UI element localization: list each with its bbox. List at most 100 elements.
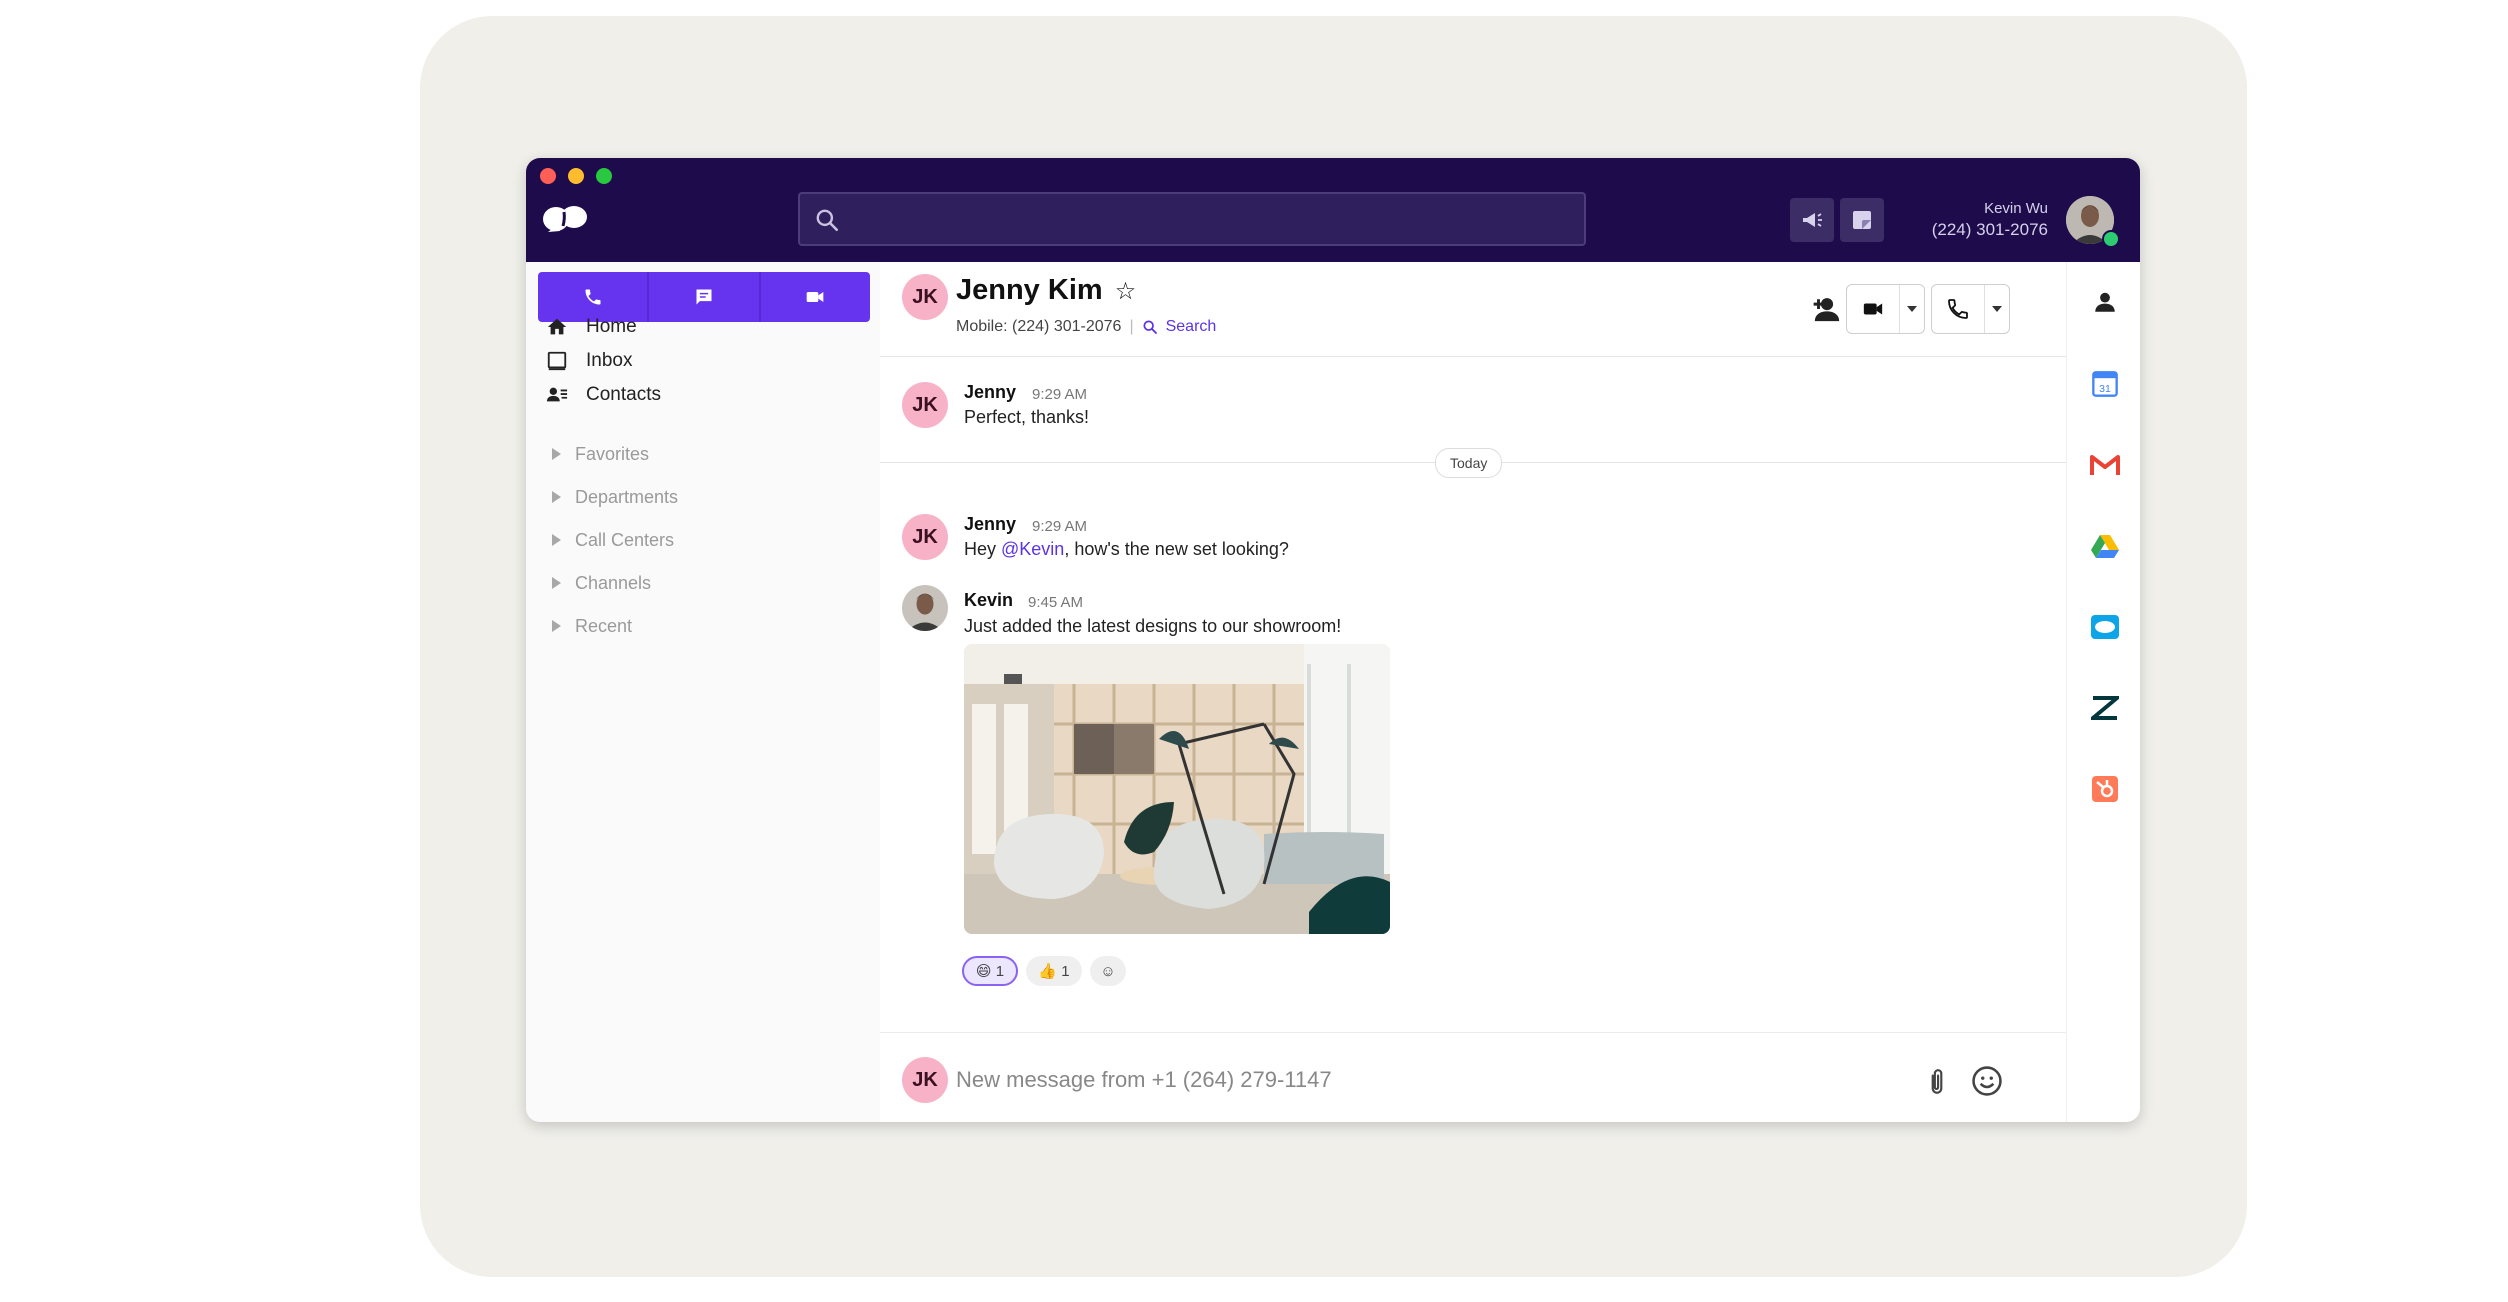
sidebar-item-label: Home — [586, 316, 637, 337]
reaction-thumbs-up[interactable]: 👍 1 — [1026, 956, 1082, 986]
google-calendar-button[interactable]: 31 — [2089, 368, 2121, 400]
sidebar-group-departments[interactable]: Departments — [552, 483, 678, 511]
sidebar-group-label: Call Centers — [575, 529, 675, 550]
zoom-window-button[interactable] — [596, 168, 612, 184]
search-icon — [1143, 320, 1157, 334]
sidebar-group-label: Channels — [575, 572, 652, 593]
composer-divider — [880, 1032, 2066, 1033]
phone-icon — [585, 289, 601, 305]
user-mention[interactable]: @Kevin — [1001, 539, 1064, 559]
message-avatar[interactable]: JK — [902, 514, 948, 560]
message-author: Jenny — [964, 514, 1017, 534]
video-call-split-button — [1846, 284, 1925, 334]
salesforce-button[interactable] — [2089, 611, 2121, 643]
reaction-count: 1 — [995, 962, 1005, 980]
sidebar-group-channels[interactable]: Channels — [552, 569, 651, 597]
sidebar-group-favorites[interactable]: Favorites — [552, 440, 649, 468]
note-icon — [1853, 211, 1871, 229]
sidebar-group-call-centers[interactable]: Call Centers — [552, 526, 674, 554]
date-divider: Today — [1435, 448, 1503, 478]
sidebar-item-contacts[interactable]: Contacts — [546, 380, 661, 410]
salesforce-icon — [2091, 615, 2119, 639]
showroom-photo — [964, 644, 1390, 934]
video-icon — [806, 292, 824, 302]
start-video-call-button[interactable] — [1847, 285, 1900, 333]
google-calendar-icon: 31 — [2092, 371, 2118, 397]
gmail-button[interactable] — [2089, 449, 2121, 481]
voice-call-options-button[interactable] — [1985, 285, 2009, 333]
emoji-picker-icon[interactable] — [1970, 1064, 2004, 1098]
reaction-laugh[interactable]: 😄 1 — [962, 956, 1018, 986]
message-text-part: , how's the new set looking? — [1064, 539, 1289, 559]
image-attachment[interactable] — [964, 644, 1390, 934]
message-text: Just added the latest designs to our sho… — [964, 616, 1342, 636]
expand-arrow-icon — [552, 620, 561, 632]
message-avatar[interactable] — [902, 585, 948, 631]
sidebar-group-label: Favorites — [575, 443, 650, 464]
conversation-search-link[interactable]: Search — [1142, 318, 1217, 336]
sidebar-group-label: Departments — [575, 486, 679, 507]
contact-details: Mobile: (224) 301-2076 | Search — [956, 318, 1216, 336]
reaction-emoji: 😄 — [975, 963, 992, 980]
online-status-indicator — [2102, 230, 2120, 248]
video-icon — [1863, 303, 1883, 315]
top-bar: Kevin Wu (224) 301-2076 — [526, 158, 2140, 262]
current-user-phone: (224) 301-2076 — [1931, 220, 2048, 239]
header-divider — [880, 356, 2066, 357]
google-drive-button[interactable] — [2089, 530, 2121, 562]
add-reaction-button[interactable]: ☺ — [1090, 956, 1126, 986]
favorite-star-icon[interactable]: ☆ — [1115, 278, 1137, 305]
reaction-count: 1 — [1061, 962, 1070, 980]
message-icon — [696, 289, 712, 305]
sidebar-item-home[interactable]: Home — [546, 312, 637, 342]
message-text-part: Hey — [964, 539, 1002, 559]
hubspot-icon — [2092, 776, 2118, 802]
reaction-emoji: 👍 — [1038, 963, 1058, 980]
message-timestamp: 9:45 AM — [1028, 594, 1084, 611]
message-author: Kevin — [964, 590, 1014, 610]
add-person-icon[interactable] — [1810, 294, 1844, 324]
start-voice-call-button[interactable] — [1932, 285, 1985, 333]
video-call-options-button[interactable] — [1900, 285, 1924, 333]
message-avatar[interactable]: JK — [902, 382, 948, 428]
contact-avatar[interactable]: JK — [902, 274, 948, 320]
close-window-button[interactable] — [540, 168, 556, 184]
new-video-button[interactable] — [761, 272, 870, 322]
zendesk-icon — [2091, 696, 2119, 720]
message-timestamp: 9:29 AM — [1032, 386, 1088, 403]
announcements-button[interactable] — [1790, 198, 1834, 242]
contact-profile-button[interactable] — [2089, 286, 2121, 318]
sidebar-group-recent[interactable]: Recent — [552, 612, 632, 640]
attachment-icon[interactable] — [1924, 1067, 1950, 1097]
sender-identity-avatar[interactable]: JK — [902, 1057, 948, 1103]
sidebar-item-label: Inbox — [586, 350, 633, 371]
home-icon — [547, 318, 567, 335]
global-search-input[interactable] — [798, 192, 1586, 246]
contact-name: Jenny Kim ☆ — [956, 274, 1136, 307]
sidebar-item-label: Contacts — [586, 384, 661, 405]
search-link-label: Search — [1165, 318, 1217, 335]
expand-arrow-icon — [552, 534, 561, 546]
chevron-down-icon — [1907, 306, 1917, 312]
add-reaction-icon: ☺ — [1100, 962, 1116, 980]
message-composer-input[interactable]: New message from +1 (264) 279-1147 — [956, 1067, 1332, 1093]
minimize-window-button[interactable] — [568, 168, 584, 184]
expand-arrow-icon — [552, 577, 561, 589]
message-author: Jenny — [964, 382, 1017, 402]
user-photo-icon — [902, 585, 948, 631]
sidebar-item-inbox[interactable]: Inbox — [546, 346, 632, 376]
contact-name-text: Jenny Kim — [956, 274, 1103, 306]
notes-button[interactable] — [1840, 198, 1884, 242]
hubspot-button[interactable] — [2089, 773, 2121, 805]
message-text: Hey @Kevin, how's the new set looking? — [964, 539, 1289, 560]
dialpad-logo-icon — [543, 206, 587, 232]
inbox-icon — [547, 351, 567, 371]
integrations-rail: 31 — [2066, 262, 2140, 1122]
new-message-button[interactable] — [649, 272, 761, 322]
gmail-icon — [2090, 455, 2120, 475]
zendesk-button[interactable] — [2089, 692, 2121, 724]
person-icon — [2095, 292, 2115, 312]
divider: | — [1129, 318, 1134, 335]
message-text: Perfect, thanks! — [964, 407, 1090, 427]
megaphone-icon — [1803, 213, 1822, 227]
